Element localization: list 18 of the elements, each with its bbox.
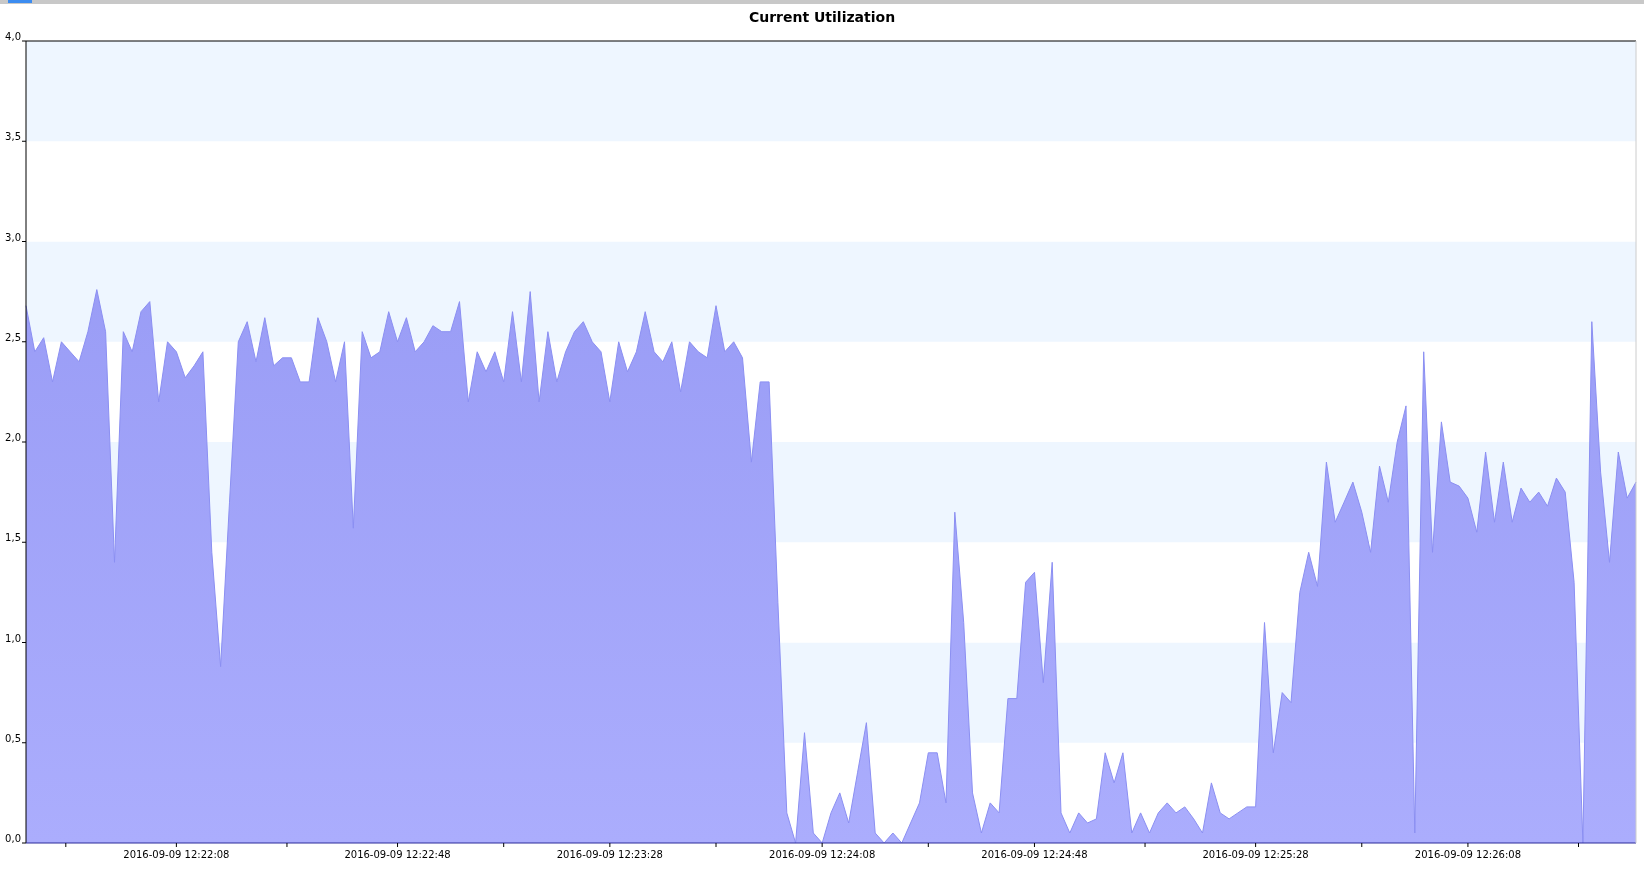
y-tick-label: 3,0 [5,231,21,243]
x-tick-label: 2016-09-09 12:24:08 [769,849,876,860]
x-tick-label: 2016-09-09 12:23:28 [556,849,663,860]
y-tick-label: 3,5 [5,131,21,143]
x-tick-label: 2016-09-09 12:22:48 [344,849,451,860]
y-tick-label: 4,0 [5,31,21,42]
x-tick-label: 2016-09-09 12:25:28 [1202,849,1309,860]
y-tick-label: 2,0 [5,432,21,443]
chart-title: Current Utilization [748,9,896,25]
y-tick-label: 0,5 [5,732,21,744]
x-tick-label: 2016-09-09 12:24:48 [981,849,1088,860]
y-tick-label: 1,5 [5,532,21,544]
x-tick-label: 2016-09-09 12:22:08 [123,849,230,860]
x-tick-label: 2016-09-09 12:26:08 [1414,849,1522,860]
y-tick-label: 2,5 [5,331,21,343]
y-tick-label: 1,0 [5,632,21,644]
tab-indicator[interactable] [8,0,32,3]
y-tick-label: 0,0 [5,833,21,844]
